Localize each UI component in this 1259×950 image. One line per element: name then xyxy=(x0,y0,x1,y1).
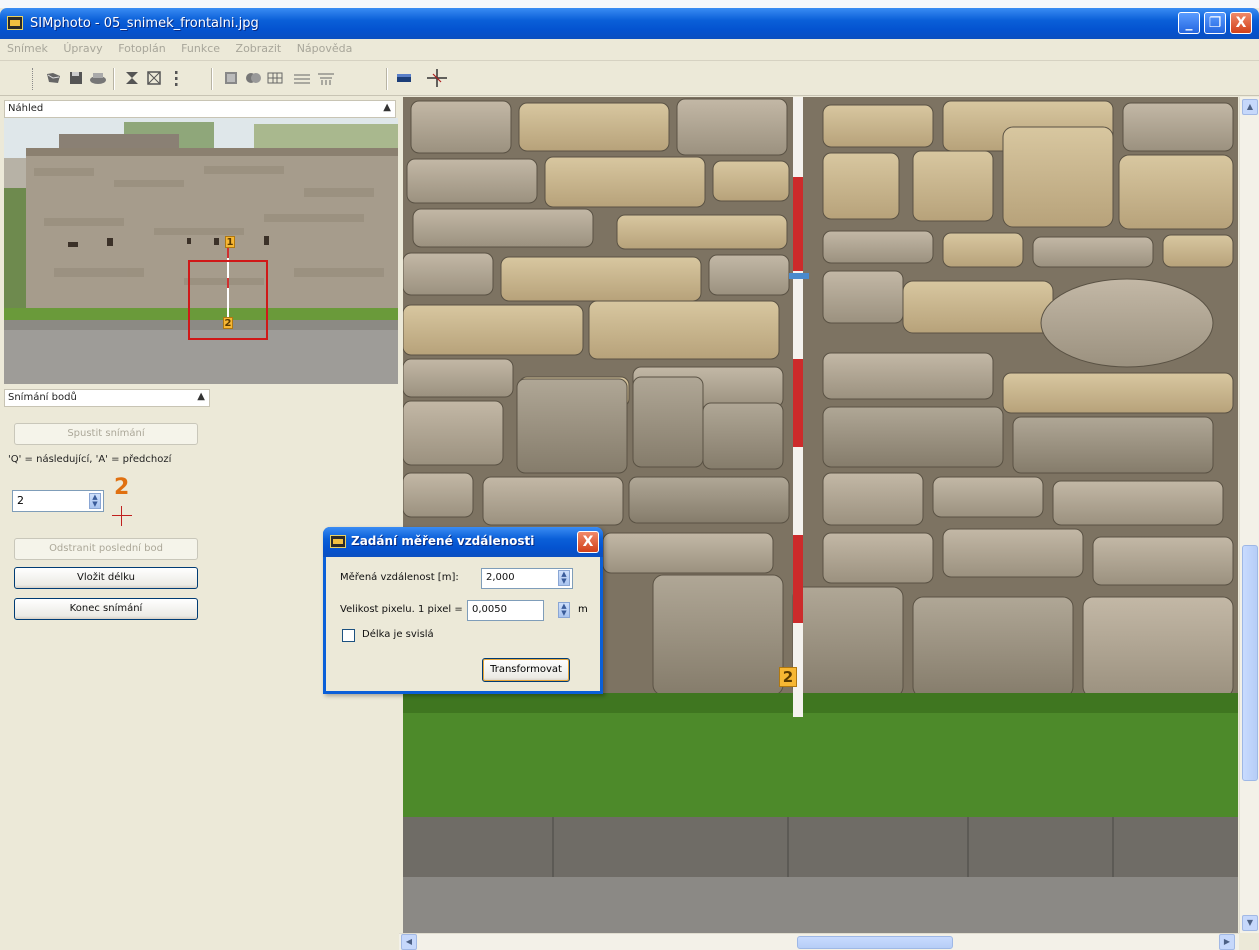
insert-length-button[interactable]: Vložit délku xyxy=(14,567,198,589)
crosshair-icon[interactable] xyxy=(426,68,447,88)
scroll-down-icon[interactable]: ▼ xyxy=(1242,915,1258,931)
image-canvas[interactable]: 2 xyxy=(403,97,1238,933)
lines-icon[interactable] xyxy=(292,68,312,88)
menu-fotoplan[interactable]: Fotoplán xyxy=(111,39,170,55)
pixel-size-unit: m xyxy=(578,604,588,615)
preview-thumbnail[interactable]: 1 2 xyxy=(4,118,398,384)
spinner-arrows-icon[interactable]: ▲ ▼ xyxy=(558,570,570,586)
preview-panel-title: Náhled xyxy=(8,103,44,114)
transform-button[interactable]: Transformovat xyxy=(482,658,570,682)
window-title: SIMphoto - 05_snimek_frontalni.jpg xyxy=(30,16,259,31)
dialog-app-icon xyxy=(330,535,346,548)
scroll-right-icon[interactable]: ▶ xyxy=(1219,934,1235,950)
scroll-left-icon[interactable]: ◀ xyxy=(401,934,417,950)
menu-funkce[interactable]: Funkce xyxy=(174,39,225,55)
menu-zobrazit[interactable]: Zobrazit xyxy=(229,39,287,55)
color-icon[interactable] xyxy=(394,68,414,88)
preview-panel-header: Náhled ▲ xyxy=(4,100,396,118)
measured-distance-input[interactable]: 2,000 ▲ ▼ xyxy=(481,568,573,589)
fit-icon[interactable] xyxy=(122,68,142,88)
preview-point-label-2: 2 xyxy=(223,317,233,329)
dialog-titlebar[interactable]: Zadání měřené vzdálenosti X xyxy=(323,527,603,557)
minimize-button[interactable]: _ xyxy=(1178,12,1200,34)
print-icon[interactable] xyxy=(88,68,108,88)
distance-dialog: Zadání měřené vzdálenosti X Měřená vzdál… xyxy=(323,527,603,694)
end-capture-button[interactable]: Konec snímání xyxy=(14,598,198,620)
dialog-title: Zadání měřené vzdálenosti xyxy=(351,534,535,548)
preview-point-label-1: 1 xyxy=(225,236,235,248)
spinner-arrows-icon[interactable]: ▲ ▼ xyxy=(558,602,570,618)
menu-napoveda[interactable]: Nápověda xyxy=(290,39,358,55)
crosshair-marker-icon xyxy=(112,506,132,526)
window-titlebar[interactable]: SIMphoto - 05_snimek_frontalni.jpg _ ❐ X xyxy=(0,8,1259,39)
measured-distance-label: Měřená vzdálenost [m]: xyxy=(340,572,459,583)
vertical-scroll-thumb[interactable] xyxy=(1242,545,1258,781)
app-icon xyxy=(7,16,23,30)
pin-icon[interactable]: ▲ xyxy=(197,391,205,402)
maximize-button[interactable]: ❐ xyxy=(1204,12,1226,34)
merge-icon[interactable] xyxy=(243,68,263,88)
remove-last-point-button[interactable]: Odstranit poslední bod xyxy=(14,538,198,560)
pixel-size-input[interactable]: 0,0050 xyxy=(467,600,544,621)
more-icon[interactable] xyxy=(166,68,186,88)
close-button[interactable]: X xyxy=(1230,12,1252,34)
pixel-size-value: 0,0050 xyxy=(472,604,507,615)
capture-panel-title: Snímání bodů xyxy=(8,392,77,403)
measure-icon[interactable] xyxy=(316,68,336,88)
keyboard-hint: 'Q' = následující, 'A' = předchozí xyxy=(8,454,172,465)
dialog-close-button[interactable]: X xyxy=(577,531,599,553)
vertical-scrollbar[interactable]: ▲ ▼ xyxy=(1239,97,1259,933)
desktop-strip xyxy=(0,0,1259,8)
scroll-up-icon[interactable]: ▲ xyxy=(1242,99,1258,115)
crop-icon[interactable] xyxy=(144,68,164,88)
toolbar xyxy=(0,62,1259,96)
capture-panel-header: Snímání bodů ▲ xyxy=(4,389,210,407)
horizontal-scroll-thumb[interactable] xyxy=(797,936,953,949)
toolbar-grip[interactable] xyxy=(32,68,35,90)
toolbar-separator xyxy=(211,68,213,90)
open-icon[interactable] xyxy=(44,68,64,88)
grid-icon[interactable] xyxy=(265,68,285,88)
horizontal-scrollbar[interactable]: ◀ ▶ xyxy=(399,933,1239,950)
layers-icon[interactable] xyxy=(221,68,241,88)
vertical-length-checkbox[interactable] xyxy=(342,629,355,642)
toolbar-separator xyxy=(386,68,388,90)
pin-icon[interactable]: ▲ xyxy=(383,102,391,113)
vertical-length-label: Délka je svislá xyxy=(362,629,434,640)
menu-bar: Snímek Úpravy Fotoplán Funkce Zobrazit N… xyxy=(0,39,1259,61)
menu-upravy[interactable]: Úpravy xyxy=(56,39,107,55)
current-point-label: 2 xyxy=(114,475,130,500)
point-number-spinner[interactable]: 2 ▲ ▼ xyxy=(12,490,104,512)
toolbar-separator xyxy=(113,68,115,90)
scroll-corner xyxy=(1239,933,1259,950)
start-capture-button[interactable]: Spustit snímání xyxy=(14,423,198,445)
save-icon[interactable] xyxy=(66,68,86,88)
pixel-size-label: Velikost pixelu. 1 pixel = xyxy=(340,604,463,615)
point-number-value: 2 xyxy=(17,494,24,507)
menu-snimek[interactable]: Snímek xyxy=(0,39,53,55)
spinner-arrows-icon[interactable]: ▲ ▼ xyxy=(89,493,101,509)
measured-distance-value: 2,000 xyxy=(486,572,515,583)
image-point-label-2: 2 xyxy=(779,667,797,687)
